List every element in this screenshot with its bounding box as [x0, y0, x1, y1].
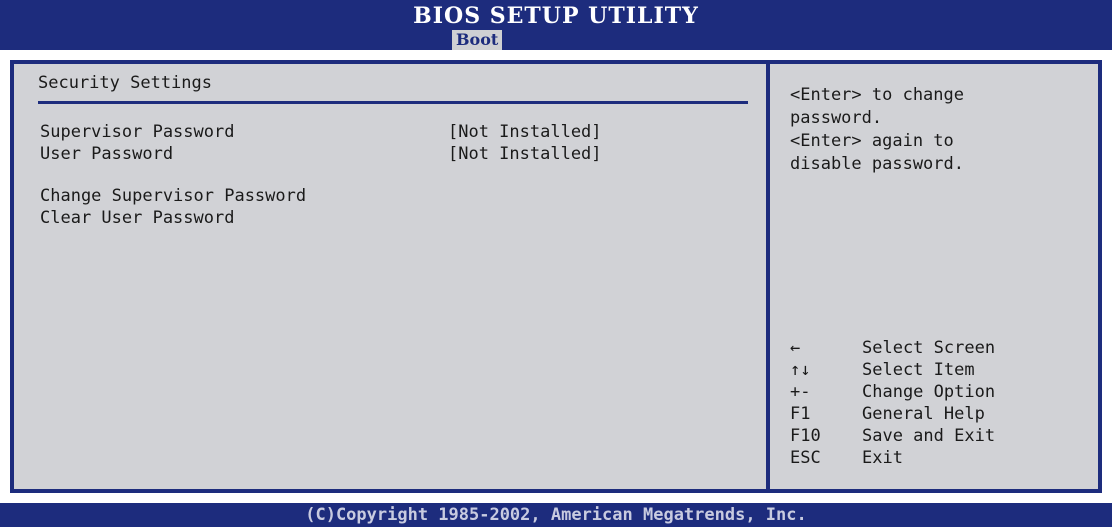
arrow-up-down-icon: ↑↓: [790, 360, 811, 380]
help-pane: <Enter> to change password. <Enter> agai…: [770, 64, 1102, 489]
main-frame: Security Settings Supervisor Password [N…: [10, 60, 1102, 493]
footer-bar: (C)Copyright 1985-2002, American Megatre…: [0, 503, 1112, 527]
help-text: <Enter> to change password. <Enter> agai…: [790, 85, 964, 174]
key-label: F10: [790, 426, 821, 446]
settings-pane: Security Settings Supervisor Password [N…: [14, 64, 766, 489]
key-description: Save and Exit: [862, 426, 996, 446]
key-label: ESC: [790, 448, 821, 468]
arrow-left-icon: ←: [790, 338, 801, 358]
key-legend-row: +- Change Option: [790, 381, 1090, 403]
key-legend-row: F1 General Help: [790, 403, 1090, 425]
supervisor-password-label[interactable]: Supervisor Password: [40, 121, 234, 143]
key-label: F1: [790, 404, 811, 424]
bios-screen: BIOS SETUP UTILITY Boot Security Setting…: [0, 0, 1112, 527]
key-description: Change Option: [862, 382, 996, 402]
app-title: BIOS SETUP UTILITY: [413, 3, 699, 29]
change-supervisor-password-item[interactable]: Change Supervisor Password: [40, 185, 306, 207]
user-password-label[interactable]: User Password: [40, 143, 173, 165]
tab-boot[interactable]: Boot: [452, 30, 503, 50]
section-title: Security Settings: [38, 73, 212, 93]
section-divider: [38, 101, 748, 104]
key-label: +-: [790, 382, 811, 402]
key-legend-row: F10 Save and Exit: [790, 425, 1090, 447]
key-legend-row: ESC Exit: [790, 447, 1090, 469]
user-password-value: [Not Installed]: [448, 144, 602, 164]
key-description: Select Item: [862, 360, 975, 380]
key-description: General Help: [862, 404, 985, 424]
key-legend-row: ← Select Screen: [790, 337, 1090, 359]
copyright-text: (C)Copyright 1985-2002, American Megatre…: [305, 505, 807, 525]
supervisor-password-value: [Not Installed]: [448, 122, 602, 142]
title-bar: BIOS SETUP UTILITY Boot: [0, 0, 1112, 50]
clear-user-password-item[interactable]: Clear User Password: [40, 207, 234, 229]
key-legend-row: ↑↓ Select Item: [790, 359, 1090, 381]
key-description: Exit: [862, 448, 903, 468]
key-description: Select Screen: [862, 338, 996, 358]
